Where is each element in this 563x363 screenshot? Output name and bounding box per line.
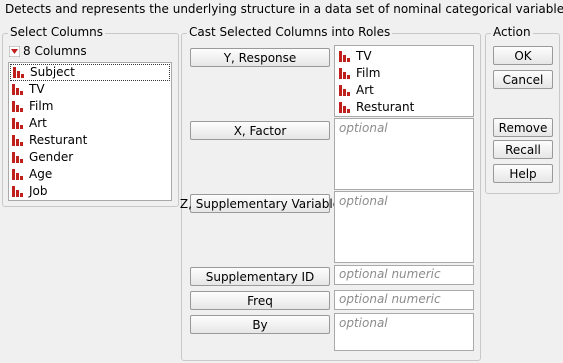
y-response-item-label: TV <box>356 49 372 63</box>
nominal-column-icon <box>12 186 23 197</box>
ok-button[interactable]: OK <box>493 46 553 65</box>
z-supplementary-placeholder: optional <box>339 194 388 208</box>
x-factor-button[interactable]: X, Factor <box>190 121 330 140</box>
freq-placeholder: optional numeric <box>339 292 441 306</box>
select-columns-panel: Select Columns 8 Columns Subject TV Film Ar… <box>2 25 179 207</box>
y-response-item-label: Art <box>356 83 374 97</box>
column-list-item-label: Age <box>29 167 53 181</box>
column-list-item-label: TV <box>29 82 45 96</box>
column-list-item[interactable]: Subject <box>10 64 170 81</box>
nominal-column-icon <box>12 84 23 95</box>
supplementary-id-placeholder: optional numeric <box>339 267 441 281</box>
nominal-column-icon <box>339 68 350 79</box>
column-list-item[interactable]: Film <box>9 98 171 115</box>
y-response-item[interactable]: Film <box>339 65 469 82</box>
columns-count-label: 8 Columns <box>23 44 87 58</box>
by-box[interactable]: optional <box>334 313 474 351</box>
y-response-button[interactable]: Y, Response <box>190 48 330 67</box>
y-response-item[interactable]: TV <box>339 48 469 65</box>
freq-button[interactable]: Freq <box>190 291 330 310</box>
column-list-item[interactable]: Resturant <box>9 132 171 149</box>
action-panel: Action OK Cancel Remove Recall Help <box>485 25 560 194</box>
z-supplementary-variable-box[interactable]: optional <box>334 191 474 263</box>
column-list-item[interactable]: Art <box>9 115 171 132</box>
y-response-item[interactable]: Art <box>339 82 469 99</box>
column-list-item-label: Gender <box>29 150 74 164</box>
cancel-button[interactable]: Cancel <box>493 70 553 89</box>
action-title: Action <box>491 25 533 39</box>
y-response-item[interactable]: Resturant <box>339 99 469 116</box>
column-list-item[interactable]: Job <box>9 183 171 200</box>
by-placeholder: optional <box>339 316 388 330</box>
column-list-item-label: Film <box>29 99 54 113</box>
by-button[interactable]: By <box>190 315 330 334</box>
nominal-column-icon <box>12 118 23 129</box>
nominal-column-icon <box>13 67 24 78</box>
nominal-column-icon <box>339 102 350 113</box>
column-list-item[interactable]: Gender <box>9 149 171 166</box>
nominal-column-icon <box>339 51 350 62</box>
recall-button[interactable]: Recall <box>493 140 553 159</box>
description-text: Detects and represents the underlying st… <box>5 2 563 16</box>
help-button[interactable]: Help <box>493 164 553 183</box>
z-supplementary-variable-button[interactable]: Z, Supplementary Variable <box>180 194 340 213</box>
y-response-box[interactable]: TV Film Art Resturant <box>334 45 474 117</box>
supplementary-id-button[interactable]: Supplementary ID <box>190 267 330 286</box>
columns-header: 8 Columns <box>9 43 87 59</box>
column-list-item[interactable]: Age <box>9 166 171 183</box>
cast-roles-panel: Cast Selected Columns into Roles Y, Resp… <box>180 25 481 361</box>
cast-roles-title: Cast Selected Columns into Roles <box>187 25 393 39</box>
nominal-column-icon <box>12 169 23 180</box>
y-response-item-label: Film <box>356 66 381 80</box>
freq-box[interactable]: optional numeric <box>334 290 474 310</box>
columns-listbox[interactable]: Subject TV Film Art Resturant Gender Age Job <box>8 62 172 201</box>
remove-button[interactable]: Remove <box>493 118 553 137</box>
column-list-item-label: Job <box>29 184 48 198</box>
disclosure-triangle-icon[interactable] <box>9 45 20 57</box>
nominal-column-icon <box>12 101 23 112</box>
column-list-item-label: Resturant <box>29 133 88 147</box>
select-columns-title: Select Columns <box>8 25 106 39</box>
x-factor-placeholder: optional <box>339 121 388 135</box>
x-factor-box[interactable]: optional <box>334 118 474 190</box>
supplementary-id-box[interactable]: optional numeric <box>334 265 474 285</box>
y-response-item-label: Resturant <box>356 100 415 114</box>
nominal-column-icon <box>12 135 23 146</box>
column-list-item-label: Art <box>29 116 47 130</box>
column-list-item-label: Subject <box>30 65 75 79</box>
nominal-column-icon <box>339 85 350 96</box>
column-list-item[interactable]: TV <box>9 81 171 98</box>
nominal-column-icon <box>12 152 23 163</box>
